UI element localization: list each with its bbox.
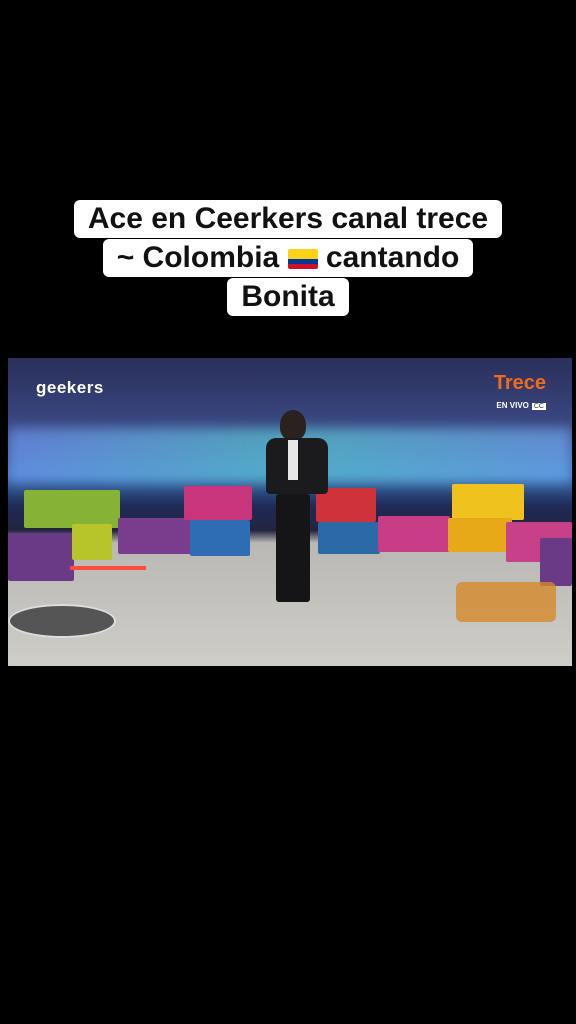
floor-mat <box>8 604 116 638</box>
caption-line-2-end: cantando <box>325 241 460 274</box>
video-player[interactable]: geekers Trece EN VIVO CC <box>8 358 572 666</box>
performer-legs <box>276 494 310 602</box>
stage-cube <box>448 518 512 552</box>
performer-head <box>280 410 306 440</box>
caption-line-2-start: ~ Colombia <box>116 241 280 274</box>
colombia-flag-icon <box>287 249 318 269</box>
stage-cube <box>452 484 524 520</box>
stage-cube <box>540 538 572 586</box>
stage-cube <box>72 524 112 560</box>
caption-line-2: ~ Colombia cantando <box>102 239 474 277</box>
stage-cube <box>118 518 192 554</box>
trece-brand-text: Trece <box>493 372 546 394</box>
trece-logo: Trece EN VIVO CC <box>494 372 546 413</box>
caption-overlay: Ace en Ceerkers canal trece ~ Colombia c… <box>0 200 576 317</box>
performer-shirt <box>288 440 298 480</box>
caption-line-3: Bonita <box>227 278 349 316</box>
floor-light-strip <box>70 566 146 570</box>
stage-cube <box>8 533 74 581</box>
stage-cube <box>378 516 450 552</box>
geekers-logo: geekers <box>36 378 104 397</box>
stage-cube <box>184 486 252 520</box>
caption-line-1: Ace en Ceerkers canal trece <box>73 200 503 238</box>
floor-tiles <box>456 582 556 622</box>
cc-badge: CC <box>531 403 546 410</box>
live-label: EN VIVO <box>496 401 529 410</box>
stage-cube <box>190 520 250 556</box>
performer <box>262 410 336 610</box>
stage-cube <box>24 490 120 528</box>
